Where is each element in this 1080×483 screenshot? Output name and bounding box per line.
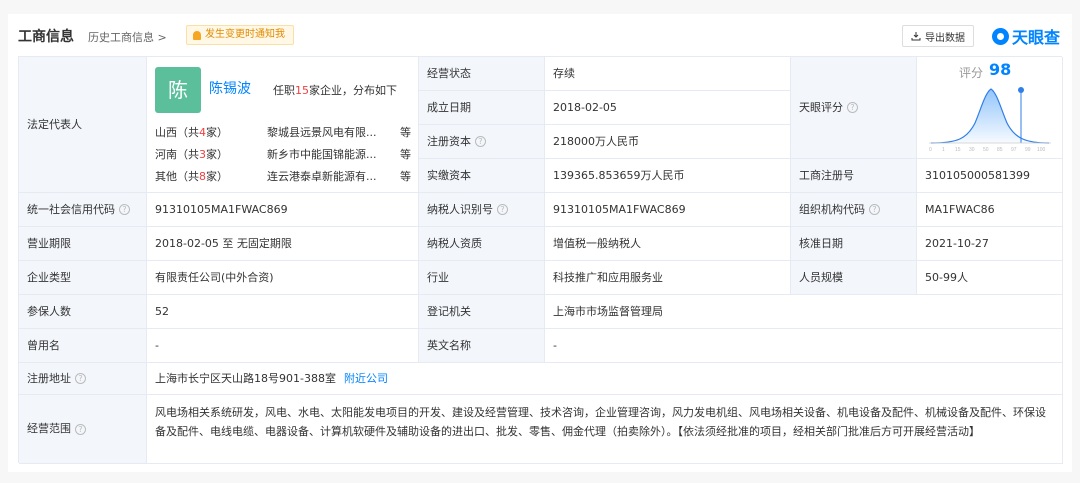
logo-text: 天眼查 bbox=[1012, 28, 1061, 47]
staff-label: 人员规模 bbox=[791, 261, 917, 295]
download-icon bbox=[911, 32, 921, 41]
credit-code-label: 统一社会信用代码? bbox=[19, 193, 147, 227]
info-table: 法定代表人 陈 陈锡波 任职15家企业，分布如下 山西（共4家） 黎城县远景风电… bbox=[18, 56, 1063, 464]
industry-value: 科技推广和应用服务业 bbox=[545, 261, 791, 295]
help-icon[interactable]: ? bbox=[497, 204, 508, 215]
status-label: 经营状态 bbox=[419, 57, 545, 91]
capital-value: 218000万人民币 bbox=[545, 125, 791, 159]
notify-label: 发生变更时通知我 bbox=[205, 29, 285, 40]
taxtype-value: 增值税一般纳税人 bbox=[545, 227, 791, 261]
regno-value: 310105000581399 bbox=[917, 159, 1063, 193]
help-icon[interactable]: ? bbox=[847, 102, 858, 113]
founded-value: 2018-02-05 bbox=[545, 91, 791, 125]
score-tick: 15 bbox=[955, 147, 961, 153]
english-name-value: - bbox=[545, 329, 1063, 363]
score-tick: 97 bbox=[1011, 147, 1017, 153]
score-tick: 30 bbox=[969, 147, 975, 153]
insured-value: 52 bbox=[147, 295, 419, 329]
taxid-label: 纳税人识别号? bbox=[419, 193, 545, 227]
score-tick: 50 bbox=[983, 147, 989, 153]
score-tick: 1 bbox=[942, 147, 945, 153]
score-distribution-chart: 0 1 15 30 50 85 97 99 100 bbox=[929, 87, 1051, 153]
type-label: 企业类型 bbox=[19, 261, 147, 295]
help-icon[interactable]: ? bbox=[75, 423, 86, 435]
staff-value: 50-99人 bbox=[917, 261, 1063, 295]
legal-rep-name[interactable]: 陈锡波 bbox=[209, 81, 251, 97]
bell-icon bbox=[193, 30, 201, 40]
help-icon[interactable]: ? bbox=[869, 204, 880, 215]
orgcode-label: 组织机构代码? bbox=[791, 193, 917, 227]
orgcode-value: MA1FWAC86 bbox=[917, 193, 1063, 227]
history-link[interactable]: 历史工商信息 > bbox=[88, 29, 167, 45]
help-icon[interactable]: ? bbox=[119, 204, 130, 215]
status-value: 存续 bbox=[545, 57, 791, 91]
notify-button[interactable]: 发生变更时通知我 bbox=[186, 25, 294, 45]
taxtype-label: 纳税人资质 bbox=[419, 227, 545, 261]
scope-value: 风电场相关系统研发，风电、水电、太阳能发电项目的开发、建设及经营管理、技术咨询，… bbox=[147, 395, 1063, 464]
insured-label: 参保人数 bbox=[19, 295, 147, 329]
term-label: 营业期限 bbox=[19, 227, 147, 261]
approve-label: 核准日期 bbox=[791, 227, 917, 261]
region-row[interactable]: 山西（共4家） 黎城县远景风电有限... 等 bbox=[155, 125, 415, 141]
score-tick: 0 bbox=[929, 147, 932, 153]
region-row[interactable]: 河南（共3家） 新乡市中能国锦能源... 等 bbox=[155, 147, 415, 163]
regno-label: 工商注册号 bbox=[791, 159, 917, 193]
taxid-value: 91310105MA1FWAC869 bbox=[545, 193, 791, 227]
score-cell[interactable]: 评分 98 0 1 15 30 50 85 97 99 100 bbox=[917, 57, 1063, 159]
tianyancha-logo: 天眼查 bbox=[992, 24, 1060, 48]
legal-rep-cell: 陈 陈锡波 任职15家企业，分布如下 山西（共4家） 黎城县远景风电有限... 等… bbox=[147, 57, 419, 193]
avatar[interactable]: 陈 bbox=[155, 67, 201, 113]
help-icon[interactable]: ? bbox=[475, 136, 486, 147]
authority-value: 上海市市场监督管理局 bbox=[545, 295, 1063, 329]
score-label: 天眼评分? bbox=[791, 57, 917, 159]
business-info-card: 工商信息 历史工商信息 > 发生变更时通知我 导出数据 天眼查 法定代表人 陈 … bbox=[8, 14, 1072, 472]
address-text: 上海市长宁区天山路18号901-388室 bbox=[155, 371, 336, 385]
export-button[interactable]: 导出数据 bbox=[902, 25, 974, 47]
section-title: 工商信息 bbox=[18, 29, 74, 45]
industry-label: 行业 bbox=[419, 261, 545, 295]
score-tick: 99 bbox=[1025, 147, 1031, 153]
section-header: 工商信息 历史工商信息 > 发生变更时通知我 导出数据 天眼查 bbox=[8, 14, 1072, 56]
logo-icon bbox=[992, 27, 1009, 45]
region-row[interactable]: 其他（共8家） 连云港泰卓新能源有... 等 bbox=[155, 169, 415, 185]
score-tick: 85 bbox=[997, 147, 1003, 153]
former-name-value: - bbox=[147, 329, 419, 363]
approve-value: 2021-10-27 bbox=[917, 227, 1063, 261]
paidin-value: 139365.853659万人民币 bbox=[545, 159, 791, 193]
legal-rep-label: 法定代表人 bbox=[19, 57, 147, 193]
legal-rep-summary: 任职15家企业，分布如下 bbox=[273, 84, 397, 97]
credit-code-value: 91310105MA1FWAC869 bbox=[147, 193, 419, 227]
address-label: 注册地址? bbox=[19, 363, 147, 395]
type-value: 有限责任公司(中外合资) bbox=[147, 261, 419, 295]
nearby-companies-link[interactable]: 附近公司 bbox=[344, 371, 388, 387]
former-name-label: 曾用名 bbox=[19, 329, 147, 363]
authority-label: 登记机关 bbox=[419, 295, 545, 329]
paidin-label: 实缴资本 bbox=[419, 159, 545, 193]
founded-label: 成立日期 bbox=[419, 91, 545, 125]
capital-label: 注册资本? bbox=[419, 125, 545, 159]
score-tick: 100 bbox=[1037, 147, 1046, 153]
export-label: 导出数据 bbox=[925, 32, 965, 44]
term-value: 2018-02-05 至 无固定期限 bbox=[147, 227, 419, 261]
address-value: 上海市长宁区天山路18号901-388室 附近公司 bbox=[147, 363, 1063, 395]
help-icon[interactable]: ? bbox=[75, 373, 86, 384]
scope-label: 经营范围? bbox=[19, 395, 147, 464]
english-name-label: 英文名称 bbox=[419, 329, 545, 363]
